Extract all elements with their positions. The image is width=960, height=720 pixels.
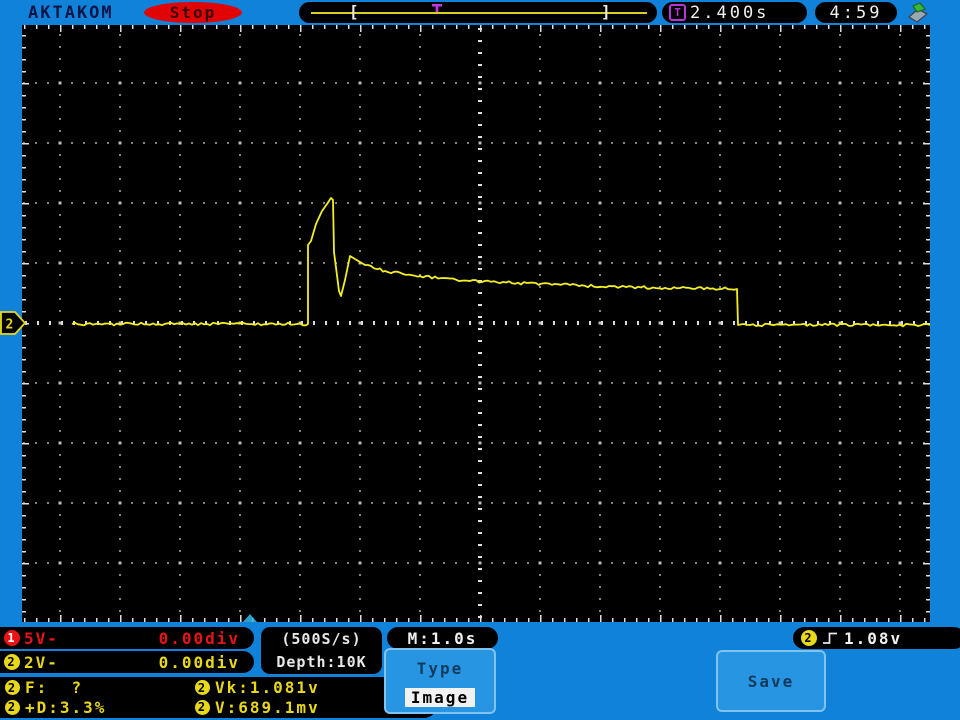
record-bar-line xyxy=(311,12,647,14)
channel-1-offset: 0.00div xyxy=(158,628,240,648)
measurement-text: Vk:1.081v xyxy=(215,678,320,698)
timebase-readout: M:1.0s xyxy=(387,627,498,649)
measurement-duty: 2 +D:3.3% xyxy=(5,698,195,717)
trigger-level-value: 1.08v xyxy=(844,628,903,648)
measurement-frequency: 2 F: ? xyxy=(5,678,195,697)
graticule-area xyxy=(22,25,931,622)
measurement-badge: 2 xyxy=(5,699,20,715)
type-button-value[interactable]: Image xyxy=(404,688,476,707)
measurement-badge: 2 xyxy=(5,680,20,696)
oscilloscope-screen: AKTAKOM Stop [ ] T 2.400s 4:59 2 1 5V- 0… xyxy=(0,0,960,720)
acquisition-status: (500S/s) Depth:10K xyxy=(261,627,382,674)
trigger-time-value: 2.400s xyxy=(690,2,770,23)
run-stop-indicator[interactable]: Stop xyxy=(144,2,242,23)
trigger-t-icon: T xyxy=(669,4,686,21)
measurement-text: F: ? xyxy=(25,678,84,698)
run-stop-label: Stop xyxy=(169,3,217,22)
type-button-label: Type xyxy=(416,659,464,678)
trigger-level-readout: 2 1.08v xyxy=(793,627,960,649)
channel-1-scale: 5V- xyxy=(24,628,59,648)
measurement-text: +D:3.3% xyxy=(25,697,107,717)
bottom-position-marker xyxy=(243,614,257,622)
channel-2-badge: 2 xyxy=(4,654,20,670)
channel-2-offset: 0.00div xyxy=(158,652,240,672)
channel-2-status[interactable]: 2 2V- 0.00div xyxy=(0,651,254,673)
channel-2-scale: 2V- xyxy=(24,652,59,672)
channel-1-badge: 1 xyxy=(4,630,20,646)
waveform-ch2 xyxy=(71,197,931,328)
channel-2-marker-label: 2 xyxy=(6,318,14,333)
save-button-label: Save xyxy=(747,671,795,691)
usb-flash-icon xyxy=(907,2,929,23)
timebase-value: M:1.0s xyxy=(407,628,478,648)
measurement-text: V:689.1mv xyxy=(215,697,320,717)
channel-1-status[interactable]: 1 5V- 0.00div xyxy=(0,627,254,649)
rising-edge-icon xyxy=(823,632,837,644)
record-window-right-bracket: ] xyxy=(601,2,611,21)
save-button[interactable]: Save xyxy=(716,650,826,712)
record-position-bar: [ ] xyxy=(299,2,657,23)
measurements-panel: 2 F: ? 2 Vk:1.081v 2 +D:3.3% 2 V:689.1mv xyxy=(0,677,437,718)
clock-readout: 4:59 xyxy=(815,2,897,23)
waveform-plot xyxy=(22,25,931,622)
measurement-badge: 2 xyxy=(195,680,210,696)
record-depth: Depth:10K xyxy=(276,652,367,671)
record-window-left-bracket: [ xyxy=(349,2,359,21)
sample-rate: (500S/s) xyxy=(281,629,362,648)
trigger-position-t-icon xyxy=(432,4,442,12)
trigger-time-readout: T 2.400s xyxy=(662,2,807,23)
measurement-badge: 2 xyxy=(195,699,210,715)
brand-label: AKTAKOM xyxy=(28,3,114,23)
type-button[interactable]: Type Image xyxy=(384,648,496,714)
channel-2-marker[interactable]: 2 xyxy=(0,308,30,338)
clock-value: 4:59 xyxy=(829,2,883,23)
trigger-source-badge: 2 xyxy=(801,630,817,646)
